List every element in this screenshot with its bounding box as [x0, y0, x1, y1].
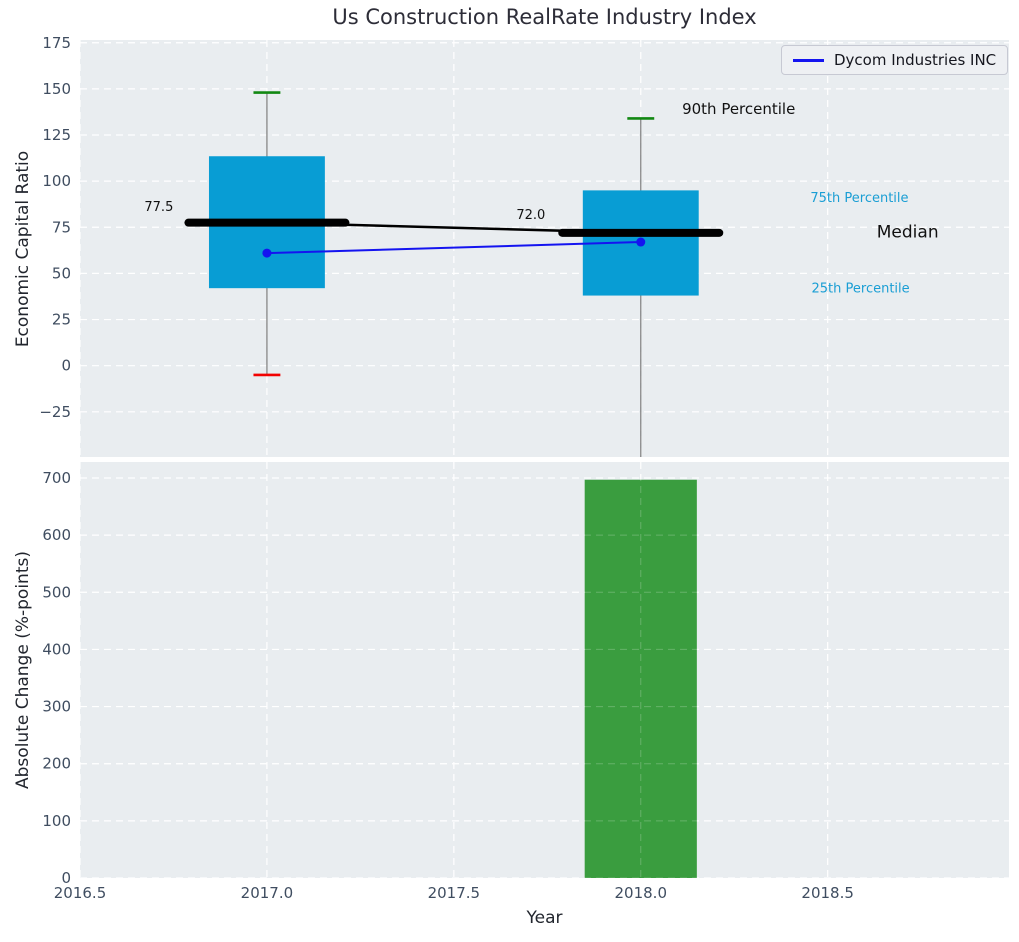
annotation-25th-percentile: 25th Percentile: [812, 282, 910, 297]
y-tick-label: 125: [42, 126, 71, 144]
y-tick-label: 100: [42, 812, 71, 830]
absolute-change-plot-area: [80, 462, 1009, 878]
y-tick-label: 200: [42, 755, 71, 773]
annotation-75th-percentile: 75th Percentile: [810, 191, 908, 206]
y-tick-label: 700: [42, 469, 71, 487]
y-tick-label: 400: [42, 640, 71, 658]
y-tick-label: 75: [52, 218, 71, 236]
chart-title: Us Construction RealRate Industry Index: [80, 5, 1009, 29]
y-tick-label: 25: [52, 311, 71, 329]
x-tick-label: 2016.5: [54, 884, 107, 902]
x-tick-label: 2017.0: [241, 884, 294, 902]
y-tick-label: 600: [42, 526, 71, 544]
annotation-90th-percentile: 90th Percentile: [682, 100, 795, 118]
legend-label: Dycom Industries INC: [834, 51, 996, 69]
x-tick-label: 2017.5: [428, 884, 481, 902]
x-tick-label: 2018.5: [801, 884, 854, 902]
series-marker-dycom: [636, 238, 645, 247]
x-axis-label: Year: [80, 908, 1009, 928]
y-tick-label: 500: [42, 583, 71, 601]
y-tick-label: 50: [52, 264, 71, 282]
x-tick-label: 2018.0: [615, 884, 668, 902]
y-axis-label-top: Economic Capital Ratio: [13, 150, 33, 346]
y-axis-label-bottom-container: Absolute Change (%-points): [0, 462, 46, 878]
legend: Dycom Industries INC: [781, 45, 1008, 75]
y-tick-label: 300: [42, 698, 71, 716]
series-marker-dycom: [262, 249, 271, 258]
y-tick-label: 150: [42, 80, 71, 98]
annotation-median: Median: [877, 222, 939, 242]
y-axis-label-top-container: Economic Capital Ratio: [0, 40, 46, 457]
y-axis-label-bottom: Absolute Change (%-points): [13, 551, 33, 789]
figure: 1751501251007550250−2577.572.090th Perce…: [0, 0, 1019, 942]
chart-svg: 1751501251007550250−2577.572.090th Perce…: [0, 0, 1019, 942]
annotation-77-5: 77.5: [144, 200, 173, 215]
legend-line-sample: [793, 59, 824, 62]
annotation-72-0: 72.0: [516, 208, 545, 223]
y-tick-label: 175: [42, 34, 71, 52]
y-tick-label: 0: [61, 357, 71, 375]
y-tick-label: 100: [42, 172, 71, 190]
